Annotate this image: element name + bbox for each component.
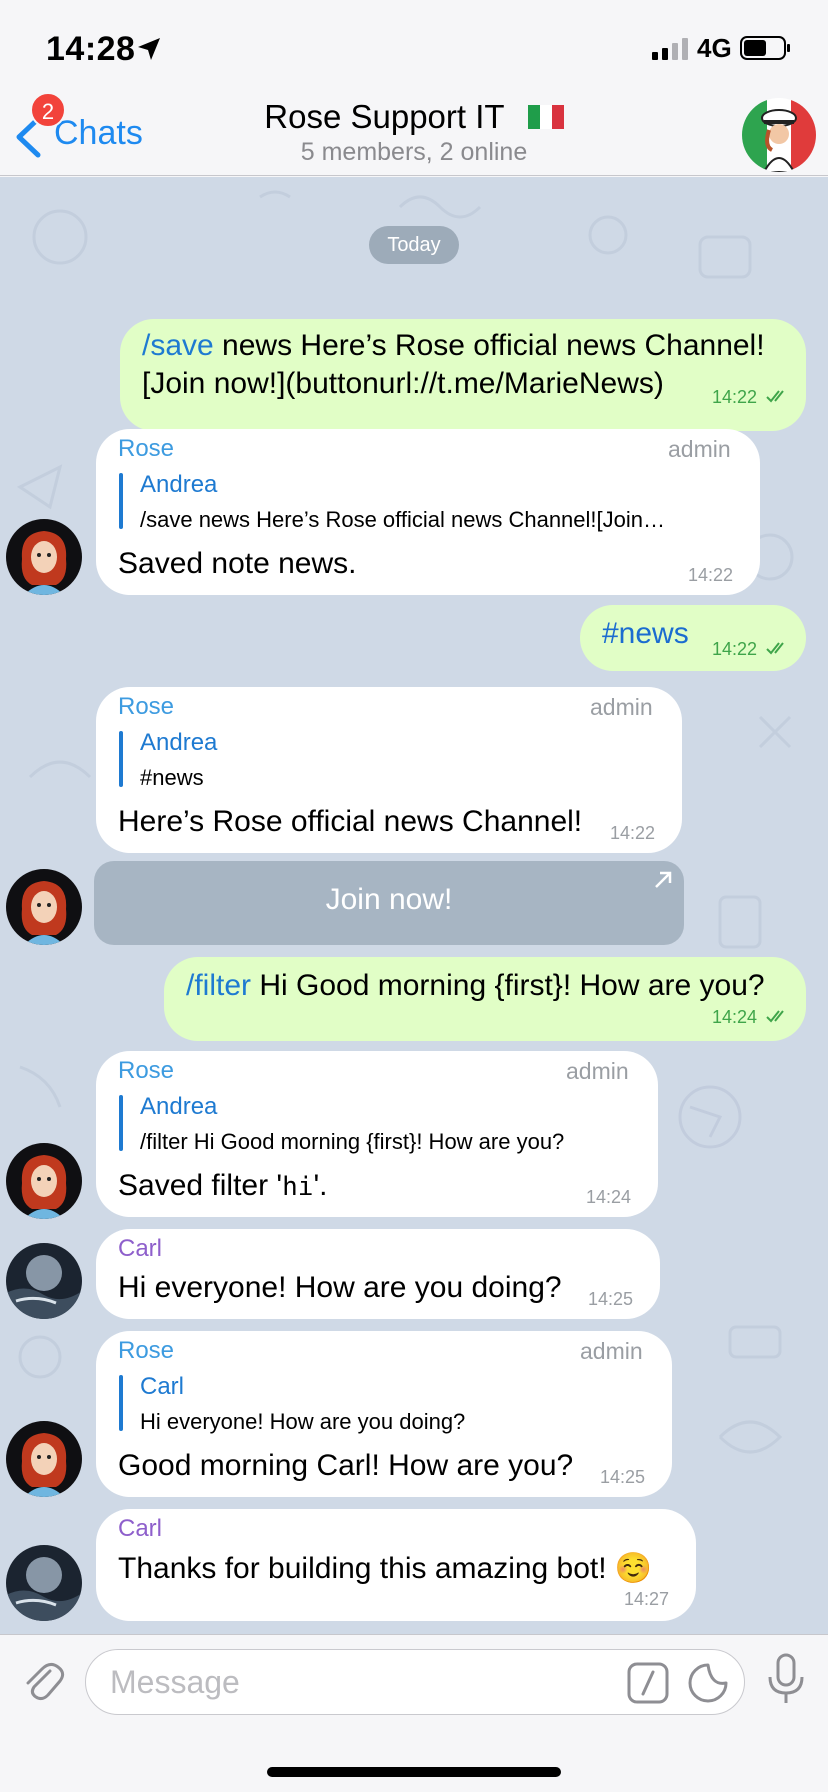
reply-sender: Andrea [140,471,218,498]
sender-name[interactable]: Rose [118,1337,174,1365]
group-avatar[interactable] [742,98,816,172]
reply-bar [119,731,123,787]
location-arrow-icon [138,38,160,60]
message-text: Thanks for building this amazing bot! ☺️ [118,1552,653,1585]
chat-title-text: Rose Support IT [264,98,505,135]
admin-badge: admin [580,1338,643,1364]
admin-badge: admin [590,694,653,720]
bot-command[interactable]: /filter [186,969,251,1002]
double-check-icon [766,390,784,403]
reply-preview: #news [140,765,204,790]
message-time: 14:24 [586,1187,632,1207]
chat-title[interactable]: Rose Support IT [0,98,828,136]
rose-avatar[interactable] [6,1143,82,1219]
rose-avatar[interactable] [6,869,82,945]
microphone-icon[interactable] [766,1653,806,1705]
reply-sender: Carl [140,1373,185,1400]
reply-bar [119,1095,123,1151]
network-type: 4G [697,33,732,63]
status-bar: 14:28 4G [0,0,828,92]
message-text-line-1: /save news Here’s Rose official news Cha… [142,329,765,362]
message-text: /filter Hi Good morning {first}! How are… [186,969,765,1002]
join-now-button[interactable]: Join now! [94,861,684,945]
admin-badge: admin [566,1058,629,1084]
message-time: 14:25 [588,1289,634,1309]
chat-header: Chats 2 Rose Support IT 5 members, 2 onl… [0,92,828,176]
inline-code: hi [282,1172,314,1202]
external-link-icon [655,871,672,888]
bot-command[interactable]: /save [142,329,214,362]
reply-preview: Hi everyone! How are you doing? [140,1409,466,1434]
italy-flag-icon [527,105,564,130]
sender-name[interactable]: Carl [118,1235,162,1263]
message-time: 14:22 [712,639,758,659]
rose-avatar[interactable] [6,1421,82,1497]
reply-bar [119,1375,123,1431]
battery-icon [740,36,790,60]
message-text-line-2: [Join now!](buttonurl://t.me/MarieNews) [142,367,664,400]
message-text: Good morning Carl! How are you? [118,1449,574,1482]
message-input[interactable]: Message [85,1649,745,1715]
double-check-icon [766,1010,784,1023]
signal-icon [652,38,688,60]
message-time: 14:27 [624,1589,670,1609]
join-now-label: Join now! [325,883,453,916]
reply-sender: Andrea [140,729,218,756]
message-time: 14:25 [600,1467,646,1487]
date-divider: Today [369,226,459,264]
carl-avatar[interactable] [6,1243,82,1319]
home-indicator[interactable] [267,1767,561,1777]
sticker-icon[interactable] [687,1662,729,1704]
message-time: 14:22 [712,387,758,407]
sender-name[interactable]: Rose [118,435,174,463]
sender-name[interactable]: Rose [118,693,174,721]
reply-sender: Andrea [140,1093,218,1120]
rose-avatar[interactable] [6,519,82,595]
double-check-icon [766,642,784,655]
chat-subtitle: 5 members, 2 online [300,138,528,166]
reply-bar [119,473,123,529]
message-placeholder: Message [110,1664,240,1700]
carl-avatar[interactable] [6,1545,82,1621]
command-icon[interactable] [627,1662,669,1704]
sender-name[interactable]: Carl [118,1515,162,1543]
message-list[interactable]: Today /save news Here’s Rose official ne… [0,177,828,1634]
admin-badge: admin [668,436,731,462]
attach-icon[interactable] [20,1659,66,1705]
sender-name[interactable]: Rose [118,1057,174,1085]
message-time: 14:22 [688,565,734,585]
message-time: 14:22 [610,823,656,843]
message-text: Saved filter 'hi'. [118,1169,328,1202]
status-time: 14:28 [46,30,136,68]
reply-preview: /save news Here’s Rose official news Cha… [140,507,666,532]
message-text: Here’s Rose official news Channel! [118,805,583,838]
message-time: 14:24 [712,1007,758,1027]
reply-preview: /filter Hi Good morning {first}! How are… [140,1129,565,1154]
composer-bar: Message [0,1634,828,1792]
message-text: Hi everyone! How are you doing? [118,1271,562,1304]
message-text: Saved note news. [118,547,357,580]
hashtag-link[interactable]: #news [602,617,689,651]
